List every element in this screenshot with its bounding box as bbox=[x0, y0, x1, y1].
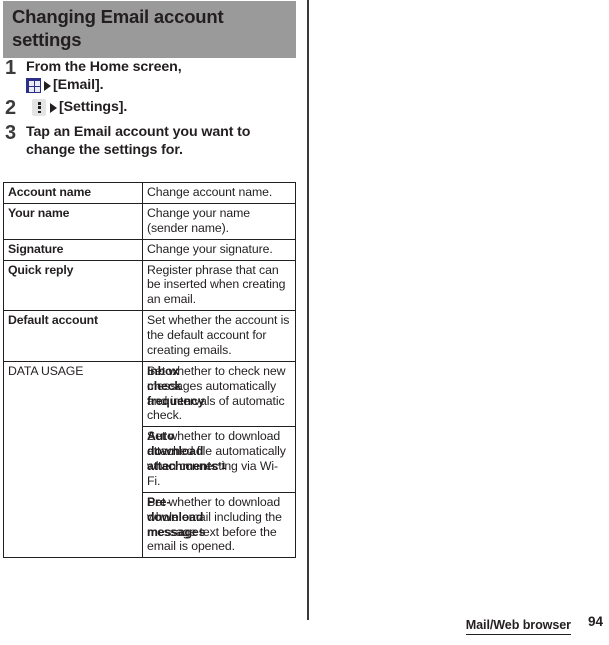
row-item: Account name bbox=[3, 182, 143, 204]
step-1-line-1: From the Home screen, bbox=[26, 59, 182, 75]
table-row: Signature Change your signature. bbox=[3, 238, 296, 261]
step-2-target: [Settings]. bbox=[59, 98, 128, 115]
row-item: Your name bbox=[3, 202, 143, 240]
row-item: Quick reply bbox=[3, 259, 143, 312]
step-number: 3 bbox=[5, 122, 17, 145]
page-footer: Mail/Web browser 94 bbox=[0, 612, 609, 645]
row-desc: Set whether to check new messages automa… bbox=[142, 360, 296, 428]
footer-chapter-label: Mail/Web browser bbox=[465, 618, 571, 635]
row-desc: Change account name. bbox=[142, 182, 296, 204]
row-desc: Set whether to download whole email incl… bbox=[142, 491, 296, 559]
page-title: Changing Email account settings bbox=[3, 1, 296, 58]
row-desc: Set whether to download attached file au… bbox=[142, 426, 296, 493]
overflow-menu-kebab-icon bbox=[32, 99, 46, 117]
step-list: 1 From the Home screen, [Email]. 2 [Sett… bbox=[2, 57, 298, 163]
step-number: 2 bbox=[5, 96, 17, 119]
table-row: Your name Change your name (sender name)… bbox=[3, 202, 296, 240]
step-text: Tap an Email account you want to change … bbox=[26, 123, 298, 160]
manual-page: Changing Email account settings 1 From t… bbox=[0, 0, 609, 645]
column-divider bbox=[307, 0, 309, 620]
step-3: 3 Tap an Email account you want to chang… bbox=[2, 123, 298, 160]
step-3-line-1: Tap an Email account you want to bbox=[26, 124, 251, 141]
row-group: DATA USAGE bbox=[3, 360, 143, 559]
step-2-line-1: [Settings]. bbox=[26, 99, 298, 117]
table-row: Default account Set whether the account … bbox=[3, 310, 296, 362]
row-desc: Change your signature. bbox=[142, 238, 296, 261]
row-desc: Set whether the account is the default a… bbox=[142, 310, 296, 362]
row-desc: Change your name (sender name). bbox=[142, 202, 296, 240]
step-1-target: [Email]. bbox=[53, 76, 104, 93]
arrow-right-icon bbox=[50, 102, 57, 113]
step-number: 1 bbox=[5, 57, 17, 79]
table-row: Quick reply Register phrase that can be … bbox=[3, 259, 296, 312]
right-column: NOTIFICATION SETTINGS Email notification… bbox=[310, 0, 609, 645]
row-desc: Register phrase that can be inserted whe… bbox=[142, 259, 296, 312]
footer-page-number: 94 bbox=[587, 614, 603, 629]
table-row: Account name Change account name. bbox=[3, 182, 296, 204]
table-row: DATA USAGE Inbox check frequency Set whe… bbox=[3, 360, 296, 559]
step-3-line-2: change the settings for. bbox=[26, 142, 183, 159]
step-2: 2 [Settings]. bbox=[2, 96, 298, 120]
arrow-right-icon bbox=[44, 80, 51, 91]
row-item: Default account bbox=[3, 310, 143, 362]
email-account-settings-table-left: Account name Change account name. Your n… bbox=[3, 182, 296, 559]
step-text: [Settings]. bbox=[26, 98, 298, 117]
step-1: 1 From the Home screen, [Email]. bbox=[2, 57, 298, 95]
row-item: Signature bbox=[3, 238, 143, 261]
left-column: Changing Email account settings 1 From t… bbox=[0, 0, 300, 645]
step-1-line-2: [Email]. bbox=[26, 77, 298, 95]
step-text: From the Home screen, [Email]. bbox=[26, 58, 298, 95]
app-drawer-grid-icon bbox=[26, 78, 41, 94]
